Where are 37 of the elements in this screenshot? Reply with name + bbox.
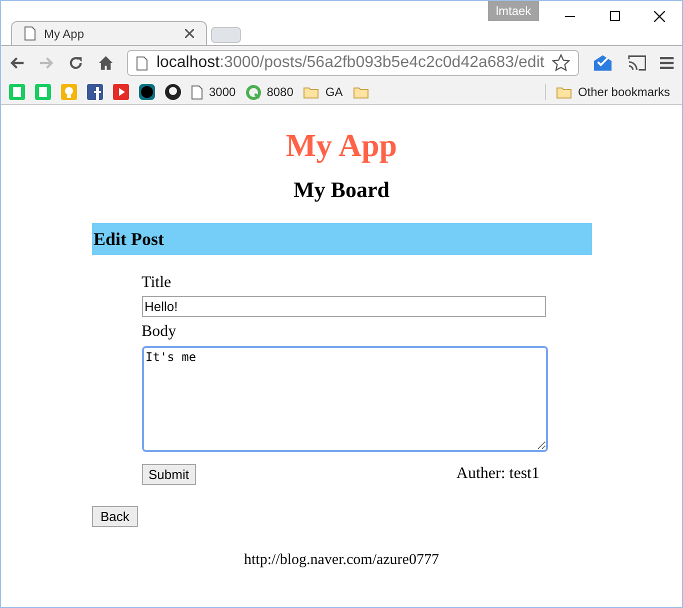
body-field[interactable]: It's me: [142, 346, 548, 452]
page-icon: [24, 26, 36, 41]
folder-icon: [352, 86, 369, 98]
url-text: localhost:3000/posts/56a2fb093b5e4c2c0d42a683/edit: [156, 53, 544, 73]
app-title: My App: [286, 127, 398, 163]
title-field[interactable]: Hello!: [142, 296, 546, 317]
square-logo-icon[interactable]: [87, 84, 103, 100]
folder-icon: [556, 86, 572, 98]
browser-tab[interactable]: My App: [11, 21, 207, 45]
back-arrow-icon[interactable]: [9, 56, 25, 70]
q-circle-icon: [246, 84, 261, 100]
reload-icon[interactable]: [68, 55, 84, 71]
board-title: My Board: [294, 177, 390, 203]
address-bar[interactable]: localhost:3000/posts/56a2fb093b5e4c2c0d42a683/edit: [127, 50, 580, 76]
author-text: Auther: test1: [456, 464, 540, 484]
other-bookmarks[interactable]: Other bookmarks: [556, 83, 674, 101]
bookmark[interactable]: 8080: [246, 83, 294, 101]
footer-text: http://blog.naver.com/azure0777: [244, 551, 439, 570]
play-icon[interactable]: [113, 84, 129, 100]
envelope-icon[interactable]: [593, 54, 613, 72]
circle-logo-icon[interactable]: [139, 84, 155, 100]
home-icon[interactable]: [98, 55, 114, 71]
close-icon[interactable]: [654, 10, 665, 22]
star-icon[interactable]: [552, 54, 570, 72]
bookmark[interactable]: GA: [303, 83, 343, 101]
title-label: Title: [142, 274, 172, 292]
menu-icon[interactable]: [660, 56, 674, 70]
bookmark[interactable]: 3000: [191, 83, 236, 101]
section-header: Edit Post: [92, 223, 592, 255]
back-button[interactable]: Back: [92, 506, 138, 527]
close-icon[interactable]: [185, 29, 194, 38]
page-icon: [136, 56, 148, 70]
cast-icon[interactable]: [626, 55, 646, 71]
folder-icon: [303, 86, 320, 98]
body-label: Body: [142, 323, 178, 341]
page-icon: [191, 84, 203, 100]
submit-button[interactable]: Submit: [142, 464, 196, 484]
